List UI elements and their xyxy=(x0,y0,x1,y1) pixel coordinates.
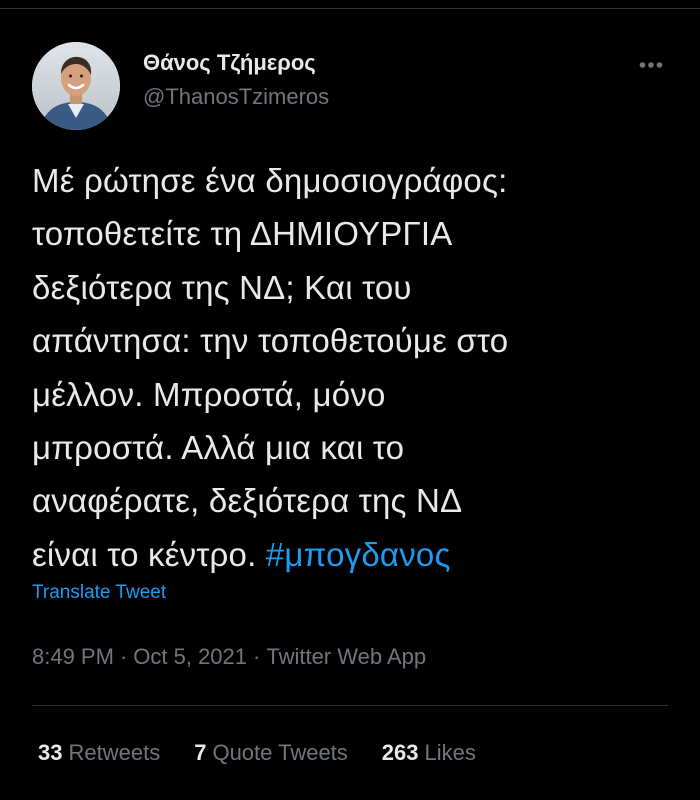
likes-stat[interactable]: 263 Likes xyxy=(382,740,476,766)
author-name[interactable]: Θάνος Τζήμερος xyxy=(143,50,316,76)
retweets-stat[interactable]: 33 Retweets xyxy=(38,740,160,766)
quote-tweets-count: 7 xyxy=(194,740,207,765)
tweet-line-last: είναι το κέντρο. #μπογδανος xyxy=(32,528,682,581)
tweet-source[interactable]: Twitter Web App xyxy=(266,644,426,669)
likes-count: 263 xyxy=(381,740,419,765)
tweet-line: Μέ ρώτησε ένα δημοσιογράφος: xyxy=(32,162,508,199)
quote-tweets-label: Quote Tweets xyxy=(212,740,348,765)
avatar[interactable] xyxy=(32,42,120,130)
stats-divider xyxy=(32,705,668,706)
tweet-date[interactable]: Oct 5, 2021 xyxy=(133,644,247,669)
more-options-button[interactable] xyxy=(636,50,666,80)
tweet-line: τοποθετείτε τη ΔΗΜΙΟΥΡΓΙΑ xyxy=(32,215,453,253)
tweet-time[interactable]: 8:49 PM xyxy=(32,644,114,669)
tweet-text: Μέ ρώτησε ένα δημοσιογράφος: τοποθετείτε… xyxy=(32,154,682,581)
top-divider xyxy=(0,8,700,9)
more-horizontal-icon xyxy=(639,62,663,68)
tweet-meta: 8:49 PM · Oct 5, 2021 · Twitter Web App xyxy=(32,644,426,670)
tweet-line-text: είναι το κέντρο. xyxy=(32,535,266,573)
tweet-line: μπροστά. Αλλά μια και το xyxy=(32,429,405,467)
translate-tweet-link[interactable]: Translate Tweet xyxy=(32,582,166,604)
quote-tweets-stat[interactable]: 7 Quote Tweets xyxy=(194,740,348,766)
tweet-line: αναφέρατε, δεξιότερα της ΝΔ xyxy=(32,482,463,520)
author-handle[interactable]: @ThanosTzimeros xyxy=(143,84,329,110)
tweet-stats: 33 Retweets 7 Quote Tweets 263 Likes xyxy=(38,740,510,766)
tweet-line: απάντησα: την τοποθετούμε στο xyxy=(32,322,509,360)
meta-separator: · xyxy=(253,644,261,669)
retweets-label: Retweets xyxy=(68,740,161,765)
tweet-line: δεξιότερα της ΝΔ; Και του xyxy=(32,268,412,306)
tweet-line: μέλλον. Μπροστά, μόνο xyxy=(32,375,386,413)
tweet-header: Θάνος Τζήμερος @ThanosTzimeros xyxy=(32,36,672,130)
hashtag-link[interactable]: #μπογδανος xyxy=(266,536,451,573)
meta-separator: · xyxy=(119,644,128,669)
likes-label: Likes xyxy=(424,740,476,765)
avatar-portrait xyxy=(32,42,120,130)
retweets-count: 33 xyxy=(38,740,63,765)
